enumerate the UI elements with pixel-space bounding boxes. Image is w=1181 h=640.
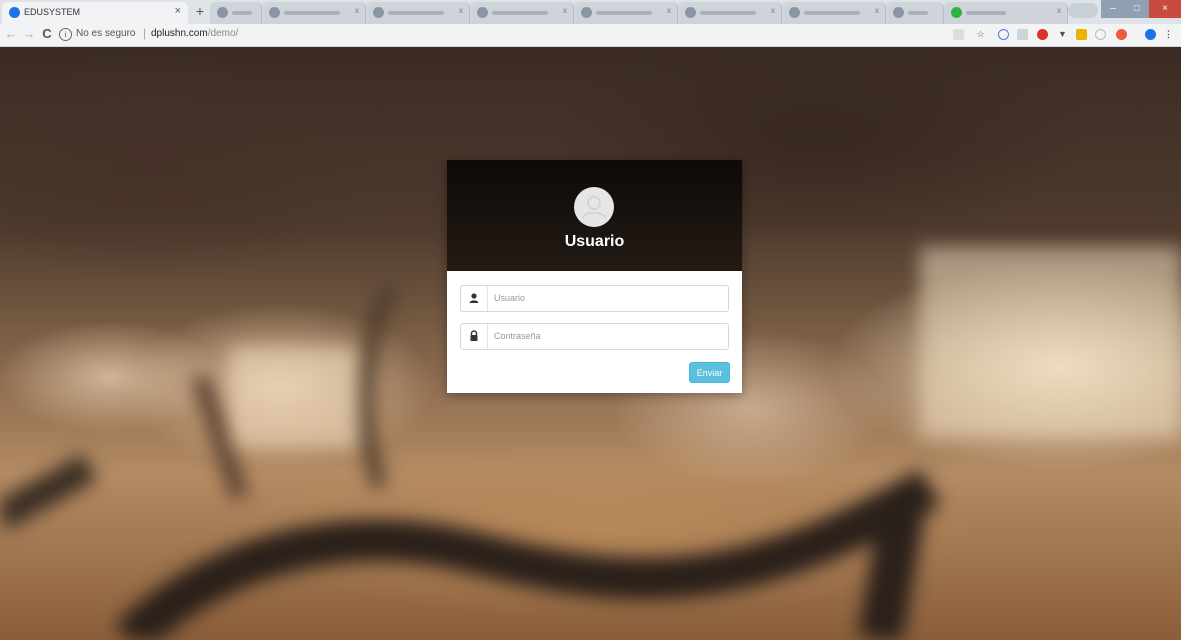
tab-favicon-icon <box>581 7 592 18</box>
username-field[interactable] <box>460 285 729 312</box>
tab-close-icon[interactable]: x <box>667 6 671 15</box>
password-field[interactable] <box>460 323 729 350</box>
url-path: /demo/ <box>207 28 239 39</box>
close-window-button[interactable]: × <box>1149 0 1181 18</box>
background-tab[interactable] <box>886 2 944 24</box>
star-icon[interactable]: ☆ <box>975 29 986 40</box>
tab-favicon-icon <box>269 7 280 18</box>
profile-avatar-icon[interactable] <box>1145 29 1156 40</box>
minimize-button[interactable]: – <box>1101 0 1125 18</box>
login-header: Usuario <box>447 160 742 271</box>
username-input[interactable] <box>494 289 719 307</box>
tab-title-blurred <box>596 11 652 15</box>
user-icon <box>461 286 488 311</box>
tab-favicon-icon <box>217 7 228 18</box>
browser-toolbar: ← → C i No es seguro | dplushn.com/demo/… <box>0 24 1181 47</box>
address-separator: | <box>143 26 147 40</box>
tab-title-blurred <box>908 11 928 15</box>
background-tab[interactable] <box>210 2 262 24</box>
tab-favicon-icon <box>685 7 696 18</box>
tab-close-icon[interactable]: x <box>563 6 567 15</box>
tab-edusystem[interactable]: EDUSYSTEM × <box>2 2 188 24</box>
tab-close-icon[interactable]: × <box>175 5 181 17</box>
profile-button[interactable] <box>1068 3 1098 18</box>
url-text[interactable]: dplushn.com/demo/ <box>151 28 238 39</box>
security-label: No es seguro <box>76 28 136 39</box>
submit-button[interactable]: Enviar <box>689 362 730 383</box>
vpn-icon[interactable]: ▼ <box>1057 29 1068 40</box>
tab-favicon-icon <box>951 7 962 18</box>
tab-title-blurred <box>804 11 860 15</box>
tab-title: EDUSYSTEM <box>24 7 81 17</box>
tab-title-blurred <box>700 11 756 15</box>
tab-favicon-icon <box>893 7 904 18</box>
avatar-icon <box>574 187 614 227</box>
tab-title-blurred <box>284 11 340 15</box>
tab-title-blurred <box>966 11 1006 15</box>
login-page-background: Usuario Enviar <box>0 47 1181 640</box>
lock-icon <box>461 324 488 349</box>
tab-title-blurred <box>388 11 444 15</box>
tab-close-icon[interactable]: x <box>771 6 775 15</box>
tab-favicon-icon <box>789 7 800 18</box>
extension-icon[interactable] <box>1076 29 1087 40</box>
maximize-button[interactable]: □ <box>1125 0 1149 18</box>
extension-icon[interactable] <box>1095 29 1106 40</box>
tab-title-blurred <box>492 11 548 15</box>
login-title: Usuario <box>564 233 625 250</box>
back-arrow-icon[interactable]: ← <box>3 26 19 42</box>
info-icon[interactable]: i <box>59 28 72 41</box>
background-tab[interactable]: x <box>678 2 782 24</box>
tab-close-icon[interactable]: x <box>1057 6 1061 15</box>
login-card: Usuario Enviar <box>447 160 742 393</box>
background-tab[interactable]: x <box>470 2 574 24</box>
background-tab[interactable]: x <box>782 2 886 24</box>
extension-icon[interactable] <box>1116 29 1127 40</box>
menu-icon[interactable]: ⋮ <box>1163 29 1174 40</box>
tab-close-icon[interactable]: x <box>355 6 359 15</box>
reload-icon[interactable]: C <box>39 26 55 42</box>
new-tab-button[interactable]: + <box>192 2 208 20</box>
url-domain: dplushn.com <box>151 28 208 39</box>
tab-strip: EDUSYSTEM × + x x x x x x x – □ × <box>0 0 1181 24</box>
background-tab[interactable]: x <box>366 2 470 24</box>
translate-icon[interactable] <box>953 29 964 40</box>
password-input[interactable] <box>494 327 719 345</box>
edusystem-favicon-icon <box>9 7 20 18</box>
address-bar[interactable]: i No es seguro | dplushn.com/demo/ <box>57 26 937 43</box>
tab-favicon-icon <box>373 7 384 18</box>
tab-favicon-icon <box>477 7 488 18</box>
cast-icon[interactable] <box>1017 29 1028 40</box>
background-tab[interactable]: x <box>574 2 678 24</box>
background-tab[interactable]: x <box>944 2 1068 24</box>
tab-close-icon[interactable]: x <box>459 6 463 15</box>
tab-title-blurred <box>232 11 252 15</box>
background-tab[interactable]: x <box>262 2 366 24</box>
extension-icon[interactable] <box>998 29 1009 40</box>
tab-close-icon[interactable]: x <box>875 6 879 15</box>
adblock-icon[interactable] <box>1037 29 1048 40</box>
forward-arrow-icon[interactable]: → <box>21 26 37 42</box>
